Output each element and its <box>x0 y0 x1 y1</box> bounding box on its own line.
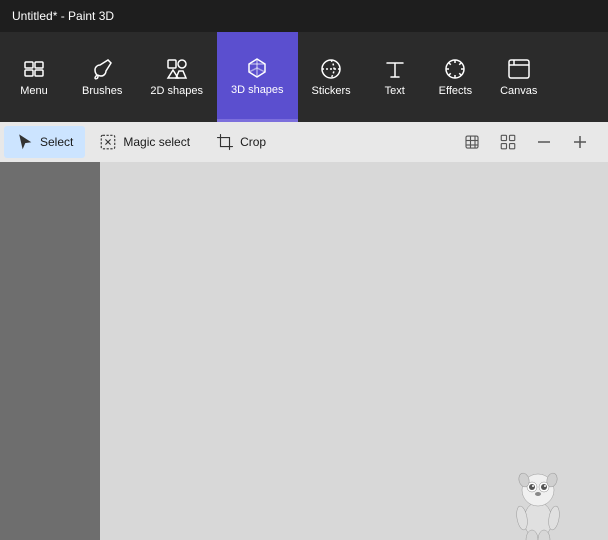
title-bar: Untitled* - Paint 3D <box>0 0 608 32</box>
stickers-label: Stickers <box>312 85 351 97</box>
3dshapes-label: 3D shapes <box>231 84 284 96</box>
3d-character <box>508 460 568 540</box>
text-label: Text <box>385 85 405 97</box>
select-button[interactable]: Select <box>4 126 85 158</box>
2dshapes-button[interactable]: 2D shapes <box>136 32 217 122</box>
zoom-in-button[interactable] <box>564 126 596 158</box>
3dshapes-icon <box>245 56 269 80</box>
crop-button[interactable]: Crop <box>204 126 278 158</box>
secondary-toolbar: Select Magic select Crop <box>0 122 608 162</box>
magic-select-label: Magic select <box>123 135 190 149</box>
stickers-button[interactable]: Stickers <box>298 32 365 122</box>
text-button[interactable]: Text <box>365 32 425 122</box>
magic-select-button[interactable]: Magic select <box>87 126 202 158</box>
main-toolbar: Menu Brushes 2D shapes 3D shapes <box>0 32 608 122</box>
canvas-icon <box>507 57 531 81</box>
2dshapes-label: 2D shapes <box>150 85 203 97</box>
2dshapes-icon <box>165 57 189 81</box>
text-icon <box>383 57 407 81</box>
crop-icon <box>216 133 234 151</box>
effects-button[interactable]: Effects <box>425 32 486 122</box>
minus-icon <box>535 133 553 151</box>
plus-icon <box>571 133 589 151</box>
menu-icon <box>22 57 46 81</box>
window-title: Untitled* - Paint 3D <box>12 9 114 23</box>
menu-button[interactable]: Menu <box>0 32 68 122</box>
select-label: Select <box>40 135 73 149</box>
brushes-label: Brushes <box>82 85 122 97</box>
magic-select-icon <box>99 133 117 151</box>
character-svg <box>508 460 568 540</box>
3dshapes-button[interactable]: 3D shapes <box>217 32 298 122</box>
zoom-controls <box>456 126 604 158</box>
zoom-out-button[interactable] <box>528 126 560 158</box>
layers-icon <box>463 133 481 151</box>
canvas-button[interactable]: Canvas <box>486 32 551 122</box>
canvas-area <box>0 162 608 540</box>
effects-icon <box>443 57 467 81</box>
canvas-label: Canvas <box>500 85 537 97</box>
menu-label: Menu <box>20 85 48 97</box>
stickers-icon <box>319 57 343 81</box>
grid-button[interactable] <box>492 126 524 158</box>
brushes-icon <box>90 57 114 81</box>
brushes-button[interactable]: Brushes <box>68 32 136 122</box>
left-panel <box>0 162 100 540</box>
canvas[interactable] <box>100 162 608 540</box>
cursor-icon <box>16 133 34 151</box>
crop-label: Crop <box>240 135 266 149</box>
grid-icon <box>499 133 517 151</box>
effects-label: Effects <box>439 85 472 97</box>
layers-button[interactable] <box>456 126 488 158</box>
